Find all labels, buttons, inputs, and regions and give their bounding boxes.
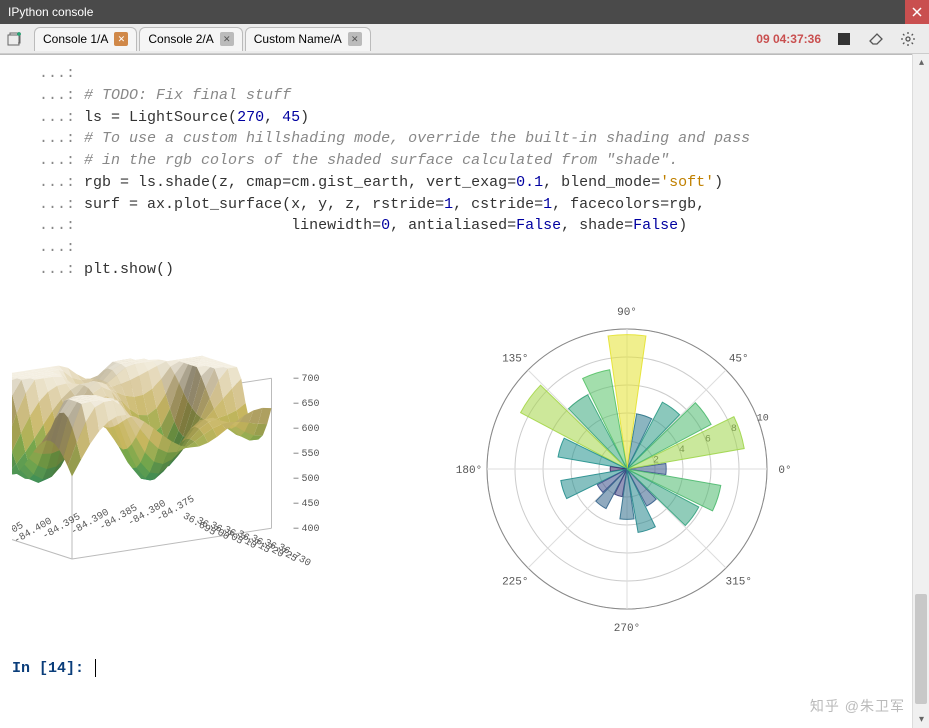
code-line: ...: plt.show() (12, 259, 917, 281)
svg-text:225°: 225° (502, 576, 528, 588)
svg-text:45°: 45° (729, 353, 749, 365)
svg-text:600: 600 (302, 424, 320, 435)
new-tab-icon (7, 32, 23, 46)
plot-polar-rose: 0°45°90°135°180°225°270°315°246810 (432, 299, 822, 647)
tab-console-2[interactable]: Console 2/A ✕ (139, 27, 242, 51)
options-button[interactable] (897, 28, 919, 50)
svg-text:650: 650 (302, 399, 320, 410)
scroll-down-button[interactable]: ▾ (913, 711, 929, 728)
window-titlebar: IPython console (0, 0, 929, 24)
svg-text:450: 450 (302, 499, 320, 510)
code-line: ...: (12, 237, 917, 259)
gear-icon (901, 32, 915, 46)
code-line: ...: rgb = ls.shade(z, cmap=cm.gist_eart… (12, 172, 917, 194)
scrollbar-thumb[interactable] (915, 594, 927, 704)
tab-label: Console 2/A (148, 32, 213, 46)
code-line: ...: surf = ax.plot_surface(x, y, z, rst… (12, 194, 917, 216)
close-icon: ✕ (223, 35, 231, 44)
stop-button[interactable] (833, 28, 855, 50)
polar-figure: 0°45°90°135°180°225°270°315°246810 (432, 299, 822, 639)
tab-label: Console 1/A (43, 32, 108, 46)
vertical-scrollbar[interactable]: ▴ ▾ (912, 54, 929, 728)
input-prompt[interactable]: In [14]: (12, 658, 917, 680)
tab-label: Custom Name/A (254, 32, 342, 46)
new-console-button[interactable] (4, 28, 26, 50)
close-icon: ✕ (351, 35, 359, 44)
inline-plots: 400450500550600650700-84.410-84.405-84.4… (12, 291, 917, 659)
chevron-up-icon: ▴ (919, 57, 924, 68)
eraser-icon (869, 33, 883, 45)
window-title: IPython console (8, 5, 93, 19)
svg-text:700: 700 (302, 374, 320, 385)
surface3d-figure: 400450500550600650700-84.410-84.405-84.4… (12, 299, 412, 639)
svg-text:400: 400 (302, 524, 320, 535)
svg-text:180°: 180° (456, 465, 482, 477)
svg-text:135°: 135° (502, 353, 528, 365)
close-icon (912, 7, 922, 17)
svg-text:90°: 90° (617, 307, 637, 319)
window-close-button[interactable] (905, 0, 929, 24)
close-icon: ✕ (118, 35, 126, 44)
code-line: ...: linewidth=0, antialiased=False, sha… (12, 215, 917, 237)
code-line: ...: # in the rgb colors of the shaded s… (12, 150, 917, 172)
tab-console-1[interactable]: Console 1/A ✕ (34, 27, 137, 51)
chevron-down-icon: ▾ (919, 714, 924, 725)
svg-text:10: 10 (757, 413, 769, 424)
svg-text:270°: 270° (614, 623, 640, 635)
svg-text:550: 550 (302, 449, 320, 460)
tab-close-button[interactable]: ✕ (348, 32, 362, 46)
code-line: ...: ls = LightSource(270, 45) (12, 107, 917, 129)
console-output[interactable]: ...: ...: # TODO: Fix final stuff ...: l… (0, 55, 929, 688)
toolbar-time: 09 04:37:36 (756, 32, 821, 46)
code-line: ...: (12, 63, 917, 85)
svg-text:0°: 0° (778, 465, 791, 477)
text-cursor (95, 659, 96, 677)
code-line: ...: # To use a custom hillshading mode,… (12, 128, 917, 150)
console-toolbar: Console 1/A ✕ Console 2/A ✕ Custom Name/… (0, 24, 929, 54)
tab-custom-name[interactable]: Custom Name/A ✕ (245, 27, 371, 51)
remove-button[interactable] (865, 28, 887, 50)
tab-close-button[interactable]: ✕ (114, 32, 128, 46)
tab-close-button[interactable]: ✕ (220, 32, 234, 46)
code-line: ...: # TODO: Fix final stuff (12, 85, 917, 107)
stop-icon (838, 33, 850, 45)
console-tabs: Console 1/A ✕ Console 2/A ✕ Custom Name/… (34, 27, 373, 51)
scroll-up-button[interactable]: ▴ (913, 54, 929, 71)
console-pane: ...: ...: # TODO: Fix final stuff ...: l… (0, 54, 929, 728)
svg-text:500: 500 (302, 474, 320, 485)
plot-surface3d: 400450500550600650700-84.410-84.405-84.4… (12, 299, 412, 647)
svg-text:315°: 315° (726, 576, 752, 588)
